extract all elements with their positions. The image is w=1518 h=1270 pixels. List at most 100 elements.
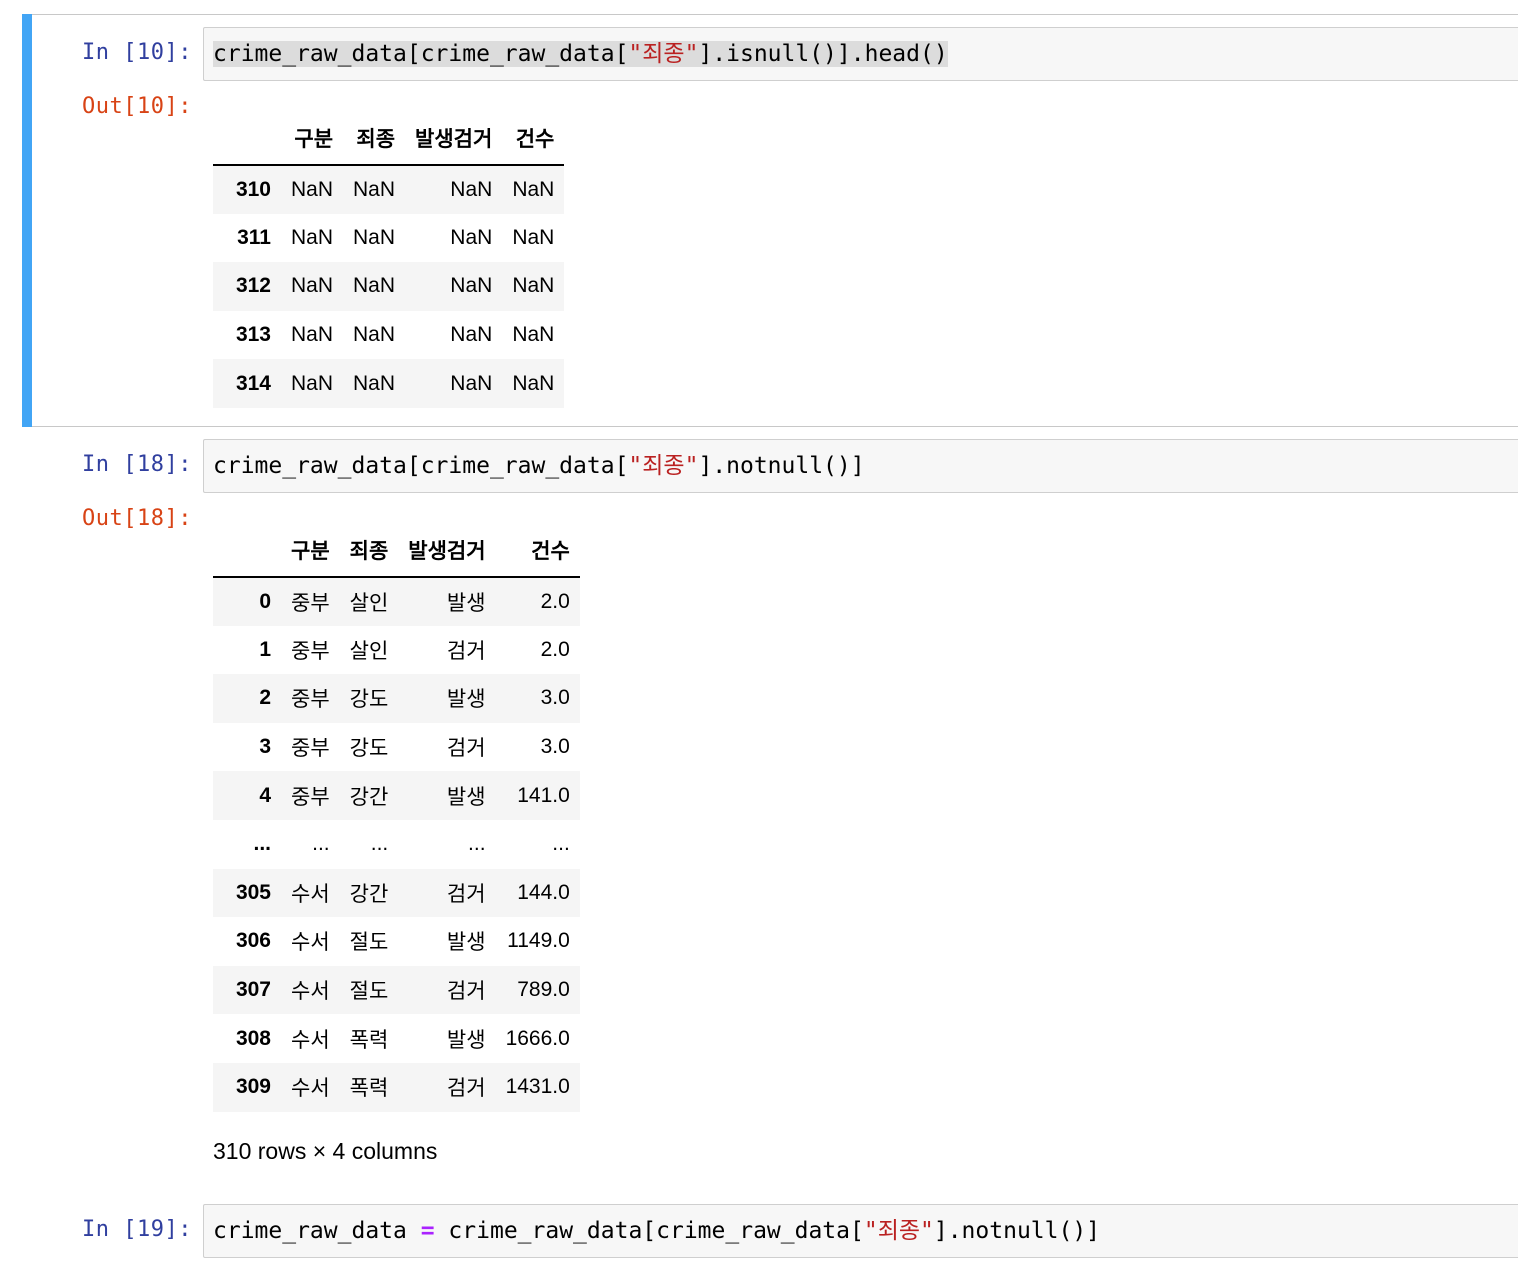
table-cell: 3.0 — [540, 686, 570, 710]
row-index: 311 — [237, 225, 271, 249]
code-input[interactable]: crime_raw_data = crime_raw_data[crime_ra… — [203, 1204, 1518, 1258]
table-cell: 강도 — [349, 737, 389, 761]
table-cell: 2.0 — [540, 589, 570, 613]
code-line: crime_raw_data[crime_raw_data["죄종"].isnu… — [213, 39, 948, 69]
in-prompt: In [19]: — [82, 1217, 192, 1242]
row-index: 3 — [259, 735, 271, 759]
column-header: 발생검거 — [408, 540, 486, 563]
table-cell: 절도 — [349, 980, 389, 1004]
table-row: 313 NaN NaN NaN NaN — [213, 311, 564, 360]
code-string: "죄종" — [628, 453, 699, 479]
code-line: crime_raw_data[crime_raw_data["죄종"].notn… — [213, 451, 865, 481]
table-cell: NaN — [512, 323, 555, 347]
code-text: ].isnull()].head() — [698, 41, 948, 67]
table-row: 3 중부 강도 검거 3.0 — [213, 723, 580, 772]
table-cell: 발생 — [446, 1028, 486, 1052]
table-cell: NaN — [291, 225, 334, 249]
table-cell: 발생 — [446, 931, 486, 955]
row-index: 307 — [235, 978, 271, 1002]
column-header: 건수 — [515, 128, 555, 151]
table-cell: NaN — [450, 274, 493, 298]
table-cell: 중부 — [291, 785, 330, 809]
row-index: 1 — [259, 637, 271, 661]
table-cell: 수서 — [291, 1077, 330, 1101]
table-cell: 검거 — [446, 980, 486, 1004]
table-cell: 144.0 — [517, 880, 570, 904]
table-cell: NaN — [512, 371, 555, 395]
code-text: crime_raw_data[crime_raw_data[ — [213, 453, 629, 479]
column-header: 구분 — [291, 540, 330, 563]
table-row: 2 중부 강도 발생 3.0 — [213, 674, 580, 723]
table-row: 310 NaN NaN NaN NaN — [213, 165, 565, 214]
code-text: ].notnull()] — [698, 453, 865, 479]
row-index: ... — [253, 832, 271, 856]
table-row: 312 NaN NaN NaN NaN — [213, 262, 565, 311]
row-index: 308 — [235, 1026, 271, 1050]
table-cell: NaN — [353, 225, 396, 249]
table-cell: 발생 — [446, 785, 486, 809]
table-cell: NaN — [450, 371, 493, 395]
row-index: 2 — [259, 686, 271, 710]
column-header: 구분 — [294, 128, 334, 151]
table-cell: NaN — [291, 371, 334, 395]
dataframe-output: 구분 죄종 발생검거 건수 310 NaN NaN NaN NaN 311 NaN NaN Na… — [213, 112, 565, 408]
table-row: 307 수서 절도 검거 789.0 — [213, 965, 580, 1015]
rows-info: 310 rows × 4 columns — [213, 1138, 438, 1164]
table-cell: 강간 — [349, 882, 389, 906]
column-header: 건수 — [531, 540, 570, 563]
table-cell: 789.0 — [517, 978, 570, 1002]
table-cell: 폭력 — [349, 1028, 389, 1052]
table-cell: 강간 — [349, 785, 389, 809]
table-header-row: 구분 죄종 발생검거 건수 — [213, 524, 580, 577]
table-cell: 141.0 — [517, 783, 570, 807]
table-cell: NaN — [512, 225, 555, 249]
table-row: 306 수서 절도 발생 1149.0 — [213, 917, 580, 966]
code-line: crime_raw_data = crime_raw_data[crime_ra… — [213, 1216, 1100, 1246]
table-cell: 검거 — [446, 1077, 486, 1101]
column-header: 발생검거 — [415, 128, 493, 151]
code-input[interactable]: crime_raw_data[crime_raw_data["죄종"].notn… — [203, 439, 1518, 493]
table-cell: 수서 — [291, 1028, 330, 1052]
code-operator: = — [420, 1218, 435, 1244]
table-row: 308 수서 폭력 발생 1666.0 — [213, 1014, 580, 1063]
table-cell: 발생 — [446, 591, 486, 615]
in-prompt: In [18]: — [82, 452, 192, 477]
code-input[interactable]: crime_raw_data[crime_raw_data["죄종"].isnu… — [203, 27, 1518, 81]
table-cell: NaN — [291, 274, 334, 298]
row-index: 314 — [235, 371, 271, 395]
table-row: 311 NaN NaN NaN NaN — [213, 214, 564, 263]
table-cell: 중부 — [291, 688, 330, 712]
table-cell: 검거 — [446, 737, 486, 761]
table-row: 1 중부 살인 검거 2.0 — [213, 626, 580, 675]
table-cell: 검거 — [446, 639, 486, 663]
code-text: crime_raw_data[crime_raw_data[ — [434, 1218, 864, 1244]
table-cell: 3.0 — [540, 735, 570, 759]
table-row: ............... — [213, 820, 580, 869]
code-text: crime_raw_data — [213, 1218, 421, 1244]
out-prompt: Out[18]: — [82, 506, 192, 531]
table-cell: NaN — [450, 177, 493, 201]
index-header — [213, 112, 281, 165]
in-prompt: In [10]: — [82, 40, 192, 65]
table-cell: 수서 — [291, 882, 330, 906]
table-cell: NaN — [512, 274, 555, 298]
code-string: "죄종" — [628, 41, 699, 67]
table-cell: NaN — [353, 274, 396, 298]
table-cell: NaN — [512, 177, 555, 201]
table-row: 4 중부 강간 발생 141.0 — [213, 771, 580, 820]
table-cell: 1666.0 — [505, 1026, 570, 1050]
table-cell: 중부 — [291, 639, 330, 663]
table-cell: 발생 — [446, 688, 486, 712]
table-cell: ... — [312, 832, 330, 856]
table-cell: NaN — [291, 323, 334, 347]
row-index: 312 — [235, 274, 271, 298]
cell-selection-bar — [22, 14, 32, 427]
code-string: "죄종" — [863, 1218, 934, 1244]
code-text: ].notnull()] — [933, 1218, 1101, 1244]
row-index: 305 — [235, 880, 271, 904]
table-cell: ... — [468, 832, 486, 856]
table-cell: NaN — [353, 323, 396, 347]
table-cell: 절도 — [349, 931, 389, 955]
table-cell: 살인 — [349, 639, 389, 663]
row-index: 309 — [235, 1075, 271, 1099]
